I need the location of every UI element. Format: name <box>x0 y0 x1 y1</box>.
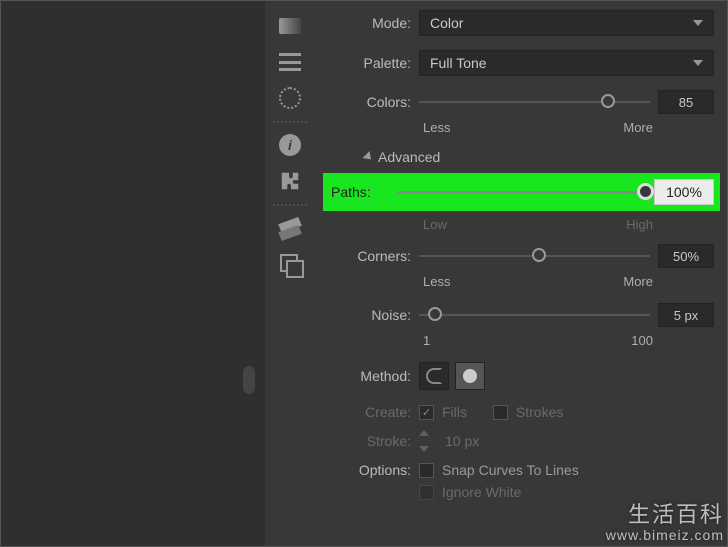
paths-label: Paths: <box>329 184 389 200</box>
method-label: Method: <box>329 368 411 384</box>
fills-label: Fills <box>442 404 467 420</box>
left-empty-area <box>0 0 265 547</box>
abut-icon <box>463 369 477 383</box>
overlap-icon <box>426 368 442 384</box>
slider-thumb[interactable] <box>601 94 615 108</box>
puzzle-icon[interactable] <box>272 163 308 199</box>
dotted-circle-icon[interactable] <box>272 80 308 116</box>
corners-max-label: More <box>623 274 653 289</box>
noise-max-label: 100 <box>631 333 653 348</box>
noise-range-labels: 1 100 <box>423 333 653 348</box>
gradient-icon[interactable] <box>272 8 308 44</box>
two-rects-icon[interactable] <box>272 246 308 282</box>
palette-row: Palette: Full Tone <box>329 50 714 76</box>
advanced-heading[interactable]: Advanced <box>365 149 714 165</box>
method-option-abut[interactable] <box>455 362 485 390</box>
paths-value[interactable]: 100% <box>654 179 714 205</box>
options-row: Options: Snap Curves To Lines <box>329 462 714 478</box>
watermark-text-1: 生活百科 <box>606 503 724 527</box>
panel-drag-handle[interactable] <box>243 366 255 394</box>
palette-select[interactable]: Full Tone <box>419 50 714 76</box>
corners-slider[interactable] <box>419 246 650 266</box>
chevron-down-icon <box>693 60 703 66</box>
advanced-heading-text: Advanced <box>378 149 440 165</box>
create-label: Create: <box>329 404 411 420</box>
colors-value[interactable]: 85 <box>658 90 714 114</box>
info-icon[interactable]: i <box>272 127 308 163</box>
corners-range-labels: Less More <box>423 274 653 289</box>
disclosure-triangle-icon <box>362 151 374 163</box>
snap-label: Snap Curves To Lines <box>442 462 579 478</box>
colors-label: Colors: <box>329 94 411 110</box>
noise-min-label: 1 <box>423 333 430 348</box>
stroke-stepper[interactable] <box>419 430 437 452</box>
layers-icon[interactable] <box>272 210 308 246</box>
noise-row: Noise: 5 px <box>329 303 714 327</box>
paths-max-label: High <box>626 217 653 232</box>
toolbar-separator <box>272 203 308 206</box>
paths-row: Paths: 100% <box>329 179 714 205</box>
chevron-down-icon <box>693 20 703 26</box>
palette-label: Palette: <box>329 55 411 71</box>
stroke-value: 10 px <box>445 433 479 449</box>
mode-select[interactable]: Color <box>419 10 714 36</box>
watermark-text-2: www.bimeiz.com <box>606 528 724 543</box>
slider-thumb[interactable] <box>637 183 654 200</box>
noise-value[interactable]: 5 px <box>658 303 714 327</box>
corners-row: Corners: 50% <box>329 244 714 268</box>
paths-min-label: Low <box>423 217 447 232</box>
mode-label: Mode: <box>329 15 411 31</box>
slider-thumb[interactable] <box>428 307 442 321</box>
corners-min-label: Less <box>423 274 450 289</box>
paths-slider[interactable] <box>397 182 646 202</box>
method-option-overlap[interactable] <box>419 362 449 390</box>
colors-slider[interactable] <box>419 92 650 112</box>
slider-thumb[interactable] <box>532 248 546 262</box>
colors-min-label: Less <box>423 120 450 135</box>
ignore-white-label: Ignore White <box>442 484 521 500</box>
vertical-toolbar: i <box>265 0 315 547</box>
ignore-white-checkbox[interactable] <box>419 485 434 500</box>
snap-checkbox[interactable] <box>419 463 434 478</box>
palette-value: Full Tone <box>430 55 487 71</box>
method-row: Method: <box>329 362 714 390</box>
noise-label: Noise: <box>329 307 411 323</box>
colors-range-labels: Less More <box>423 120 653 135</box>
create-row: Create: Fills Strokes <box>329 404 714 420</box>
toolbar-separator <box>272 120 308 123</box>
watermark: 生活百科 www.bimeiz.com <box>606 503 724 543</box>
fills-checkbox[interactable] <box>419 405 434 420</box>
corners-label: Corners: <box>329 248 411 264</box>
corners-value[interactable]: 50% <box>658 244 714 268</box>
paths-highlight: Paths: 100% <box>323 173 720 211</box>
noise-slider[interactable] <box>419 305 650 325</box>
options-row-2: Ignore White <box>329 484 714 500</box>
stroke-label: Stroke: <box>329 433 411 449</box>
options-label: Options: <box>329 462 411 478</box>
mode-value: Color <box>430 15 463 31</box>
lines-icon[interactable] <box>272 44 308 80</box>
colors-max-label: More <box>623 120 653 135</box>
paths-range-labels: Low High <box>423 217 653 232</box>
stroke-row: Stroke: 10 px <box>329 430 714 452</box>
colors-row: Colors: 85 <box>329 90 714 114</box>
strokes-checkbox[interactable] <box>493 405 508 420</box>
strokes-label: Strokes <box>516 404 563 420</box>
mode-row: Mode: Color <box>329 10 714 36</box>
options-panel: Mode: Color Palette: Full Tone Colors: 8… <box>315 0 728 547</box>
